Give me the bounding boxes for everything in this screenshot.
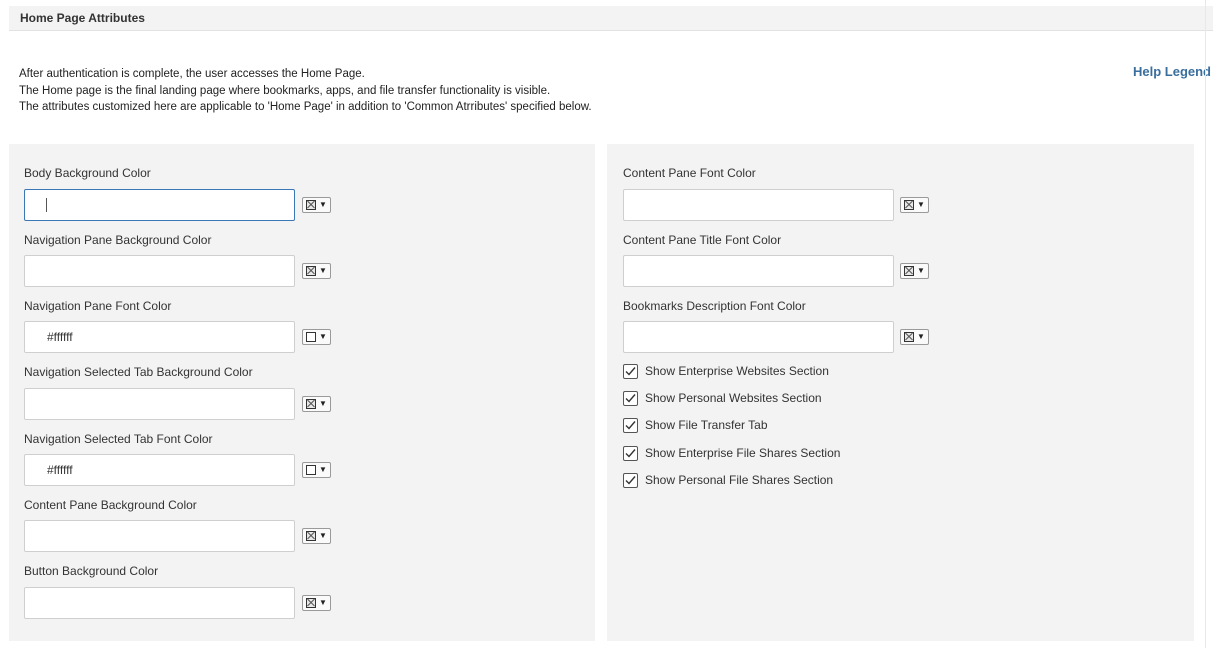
- white-swatch-icon: [306, 332, 316, 342]
- enterprise-file-shares-checkbox[interactable]: [623, 446, 638, 461]
- white-swatch-icon: [306, 465, 316, 475]
- section-header: Home Page Attributes: [9, 6, 1213, 31]
- dropdown-arrow-icon: ▼: [319, 531, 327, 540]
- checkmark-icon: [625, 394, 636, 403]
- checkbox-label: Show Personal Websites Section: [645, 391, 822, 405]
- dropdown-arrow-icon: ▼: [917, 266, 925, 275]
- bookmarks-desc-font-color-picker[interactable]: ▼: [900, 329, 929, 345]
- bookmarks-desc-font-label: Bookmarks Description Font Color: [623, 299, 806, 313]
- dropdown-arrow-icon: ▼: [319, 399, 327, 408]
- content-bg-input[interactable]: [24, 520, 295, 552]
- nav-font-color-picker[interactable]: ▼: [302, 329, 331, 345]
- content-title-font-label: Content Pane Title Font Color: [623, 233, 782, 247]
- no-color-swatch-icon: [306, 399, 316, 409]
- checkmark-icon: [625, 367, 636, 376]
- checkbox-label: Show File Transfer Tab: [645, 418, 768, 432]
- text-caret: [46, 198, 47, 212]
- content-font-label: Content Pane Font Color: [623, 166, 756, 180]
- content-title-font-color-picker[interactable]: ▼: [900, 263, 929, 279]
- nav-sel-bg-label: Navigation Selected Tab Background Color: [24, 365, 253, 379]
- no-color-swatch-icon: [904, 266, 914, 276]
- dropdown-arrow-icon: ▼: [319, 332, 327, 341]
- checkmark-icon: [625, 421, 636, 430]
- nav-bg-color-picker[interactable]: ▼: [302, 263, 331, 279]
- no-color-swatch-icon: [306, 531, 316, 541]
- file-transfer-checkbox[interactable]: [623, 418, 638, 433]
- nav-sel-font-input[interactable]: [24, 454, 295, 486]
- left-attributes-panel: Body Background Color ▼ Navigation Pane …: [9, 144, 595, 641]
- dropdown-arrow-icon: ▼: [319, 465, 327, 474]
- intro-line-3: The attributes customized here are appli…: [19, 101, 592, 113]
- no-color-swatch-icon: [904, 200, 914, 210]
- enterprise-websites-checkbox[interactable]: [623, 364, 638, 379]
- nav-sel-font-color-picker[interactable]: ▼: [302, 462, 331, 478]
- button-bg-color-picker[interactable]: ▼: [302, 595, 331, 611]
- dropdown-arrow-icon: ▼: [319, 598, 327, 607]
- content-font-input[interactable]: [623, 189, 894, 221]
- no-color-swatch-icon: [904, 332, 914, 342]
- right-attributes-panel: Content Pane Font Color ▼ Content Pane T…: [607, 144, 1194, 641]
- intro-text: After authentication is complete, the us…: [19, 66, 592, 116]
- scrollbar-track[interactable]: [1205, 0, 1206, 648]
- nav-font-label: Navigation Pane Font Color: [24, 299, 172, 313]
- body-bg-input[interactable]: [24, 189, 295, 221]
- nav-sel-bg-color-picker[interactable]: ▼: [302, 396, 331, 412]
- checkbox-label: Show Enterprise Websites Section: [645, 364, 829, 378]
- dropdown-arrow-icon: ▼: [917, 200, 925, 209]
- content-title-font-input[interactable]: [623, 255, 894, 287]
- body-bg-label: Body Background Color: [24, 166, 151, 180]
- personal-file-shares-checkbox[interactable]: [623, 473, 638, 488]
- intro-line-1: After authentication is complete, the us…: [19, 68, 365, 80]
- no-color-swatch-icon: [306, 200, 316, 210]
- personal-websites-checkbox[interactable]: [623, 391, 638, 406]
- dropdown-arrow-icon: ▼: [917, 332, 925, 341]
- checkbox-label: Show Enterprise File Shares Section: [645, 446, 841, 460]
- nav-bg-input[interactable]: [24, 255, 295, 287]
- button-bg-input[interactable]: [24, 587, 295, 619]
- no-color-swatch-icon: [306, 266, 316, 276]
- nav-font-input[interactable]: [24, 321, 295, 353]
- nav-bg-label: Navigation Pane Background Color: [24, 233, 212, 247]
- intro-line-2: The Home page is the final landing page …: [19, 84, 551, 97]
- content-bg-color-picker[interactable]: ▼: [302, 528, 331, 544]
- section-title: Home Page Attributes: [20, 11, 145, 25]
- nav-sel-bg-input[interactable]: [24, 388, 295, 420]
- bookmarks-desc-font-input[interactable]: [623, 321, 894, 353]
- help-legend-link[interactable]: Help Legend: [1133, 64, 1211, 79]
- checkmark-icon: [625, 476, 636, 485]
- nav-sel-font-label: Navigation Selected Tab Font Color: [24, 432, 213, 446]
- dropdown-arrow-icon: ▼: [319, 266, 327, 275]
- content-bg-label: Content Pane Background Color: [24, 498, 197, 512]
- content-font-color-picker[interactable]: ▼: [900, 197, 929, 213]
- checkbox-label: Show Personal File Shares Section: [645, 473, 834, 487]
- checkmark-icon: [625, 449, 636, 458]
- dropdown-arrow-icon: ▼: [319, 200, 327, 209]
- no-color-swatch-icon: [306, 598, 316, 608]
- button-bg-label: Button Background Color: [24, 564, 159, 578]
- body-bg-color-picker[interactable]: ▼: [302, 197, 331, 213]
